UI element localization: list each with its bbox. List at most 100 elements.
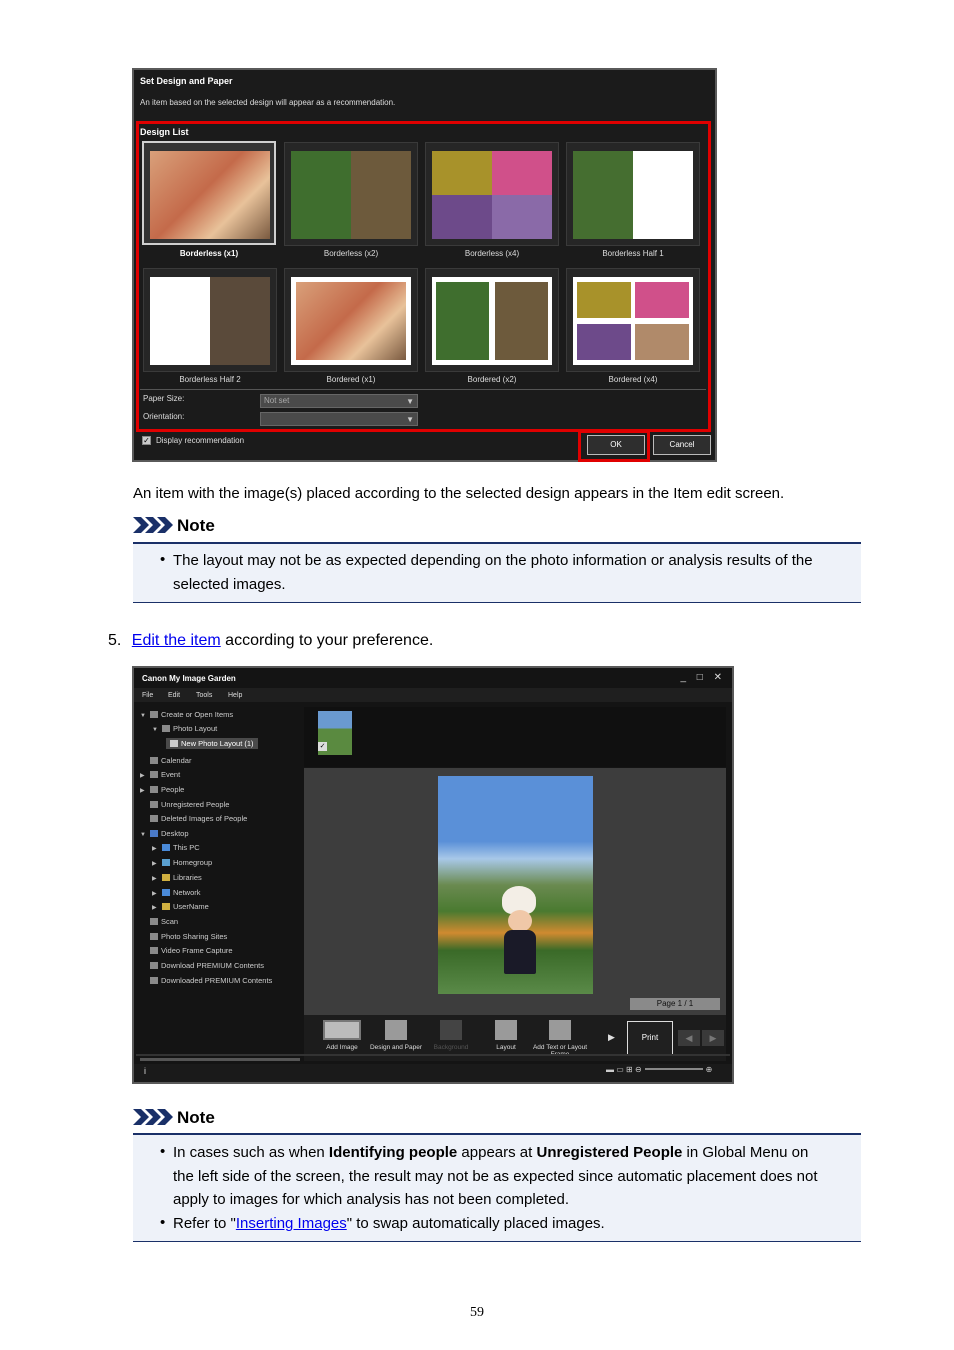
menu-help[interactable]: Help [228, 692, 242, 699]
add-text-icon [549, 1020, 571, 1040]
note-box: • The layout may not be as expected depe… [133, 542, 861, 603]
step-5: 5. Edit the item according to your prefe… [108, 631, 433, 651]
tree-item-selected[interactable]: New Photo Layout (1) [166, 738, 258, 749]
bullet: • [160, 1143, 166, 1160]
tree-item[interactable]: Video Frame Capture [150, 946, 233, 955]
zoom-in-icon[interactable]: ⊕ [706, 1065, 713, 1074]
design-thumb-borderless-half-1[interactable] [566, 142, 700, 246]
arrow-left-icon[interactable]: ◀ [678, 1030, 700, 1046]
edit-the-item-link[interactable]: Edit the item [132, 632, 221, 649]
global-menu-tree: ▼ Create or Open Items ▼ Photo Layout New … [138, 706, 300, 1056]
zoom-out-icon[interactable]: ⊖ [635, 1065, 642, 1074]
design-caption: Borderless (x1) [179, 249, 239, 258]
paragraph-item-appears: An item with the image(s) placed accordi… [133, 485, 785, 502]
menu-file[interactable]: File [142, 692, 153, 699]
item-edit-canvas[interactable] [304, 768, 726, 1015]
tree-item[interactable]: ▶ Libraries [152, 873, 202, 882]
design-thumb-borderless-x4[interactable] [425, 142, 559, 246]
note-heading-label: Note [177, 516, 215, 535]
tree-item[interactable]: ▶ Homegroup [152, 858, 212, 867]
tree-item[interactable]: Unregistered People [150, 800, 229, 809]
note-line: the left side of the screen, the result … [173, 1167, 818, 1185]
design-thumb-photo [150, 277, 270, 365]
tree-item[interactable]: ▼ Desktop [140, 829, 189, 838]
tree-item[interactable]: ▼ Create or Open Items [140, 710, 233, 719]
chevron-arrows-icon [133, 1109, 173, 1125]
sidebar-scrollbar[interactable] [140, 1058, 300, 1061]
note-heading: Note [133, 516, 215, 536]
paper-size-label: Paper Size: [143, 394, 185, 403]
placed-photo[interactable] [438, 776, 593, 994]
note-item-1: In cases such as when Identifying people… [173, 1141, 858, 1212]
chevron-down-icon: ▼ [406, 415, 414, 424]
ok-button[interactable]: OK [587, 435, 645, 455]
note-heading: Note [133, 1108, 215, 1128]
identifying-people-term: Identifying people [328, 1144, 458, 1161]
window-title: Canon My Image Garden [142, 674, 236, 683]
design-thumb-bordered-x1[interactable] [284, 268, 418, 372]
background-button[interactable]: Background [423, 1020, 479, 1051]
cancel-button[interactable]: Cancel [653, 435, 711, 455]
design-and-paper-button[interactable]: Design and Paper [368, 1020, 424, 1051]
add-image-button[interactable]: Add Image [314, 1020, 370, 1051]
fit-icon[interactable]: ⊞ [626, 1065, 633, 1074]
tree-item[interactable]: Deleted Images of People [150, 814, 247, 823]
page-number: 59 [470, 1305, 484, 1320]
tree-item[interactable]: Calendar [150, 756, 191, 765]
design-thumb-photo [291, 277, 411, 365]
menu-edit[interactable]: Edit [168, 692, 180, 699]
design-thumb-bordered-x4[interactable] [566, 268, 700, 372]
design-thumb-photo [432, 277, 552, 365]
design-thumb-borderless-half-2[interactable] [143, 268, 277, 372]
design-thumb-photo [573, 277, 693, 365]
dialog-title: Set Design and Paper [140, 76, 233, 86]
layout-icon [495, 1020, 517, 1040]
window-controls[interactable]: _ □ ✕ [680, 672, 726, 683]
bullet: • [160, 551, 166, 568]
menu-bar [134, 688, 732, 702]
inserting-images-link[interactable]: Inserting Images [236, 1215, 347, 1232]
tree-item[interactable]: Download PREMIUM Contents [150, 961, 264, 970]
display-recommendation-label: Display recommendation [156, 436, 245, 445]
paper-size-select[interactable]: Not set ▼ [260, 394, 418, 408]
check-icon: ✓ [318, 742, 327, 751]
my-image-garden-screenshot: Canon My Image Garden _ □ ✕ File Edit To… [132, 666, 734, 1084]
orientation-label: Orientation: [143, 412, 185, 421]
layout-button[interactable]: Layout [478, 1020, 534, 1051]
design-thumb-borderless-x2[interactable] [284, 142, 418, 246]
tree-item[interactable]: ▶ Network [152, 888, 201, 897]
design-caption: Borderless (x4) [464, 249, 520, 258]
tree-item[interactable]: Photo Sharing Sites [150, 932, 227, 941]
design-caption: Borderless Half 2 [179, 375, 241, 384]
view-icon[interactable]: ▬ ▭ [606, 1065, 624, 1074]
step-number: 5. [108, 632, 122, 649]
tree-item[interactable]: Scan [150, 917, 178, 926]
design-caption: Borderless Half 1 [602, 249, 664, 258]
tree-item[interactable]: ▶ People [140, 785, 184, 794]
tree-item[interactable]: ▶ UserName [152, 902, 209, 911]
design-thumb-photo [150, 151, 270, 239]
tree-item[interactable]: ▼ Photo Layout [152, 724, 217, 733]
design-thumb-bordered-x2[interactable] [425, 268, 559, 372]
tree-item[interactable]: ▶ This PC [152, 843, 200, 852]
info-icon[interactable]: i [144, 1066, 146, 1076]
zoom-slider[interactable] [644, 1068, 703, 1070]
print-button[interactable]: Print [627, 1021, 673, 1055]
note-box: • In cases such as when Identifying peop… [133, 1133, 861, 1242]
paper-size-value: Not set [264, 396, 290, 405]
scroll-right-icon[interactable]: ▶ [608, 1032, 615, 1043]
bullet: • [160, 1214, 166, 1231]
design-thumb-photo [573, 151, 693, 239]
add-text-or-layout-frame-button[interactable]: Add Text or Layout Frame [532, 1020, 588, 1058]
design-thumb-borderless-x1[interactable] [142, 141, 276, 245]
menu-tools[interactable]: Tools [196, 692, 212, 699]
tree-item[interactable]: ▶ Event [140, 770, 180, 779]
note-heading-label: Note [177, 1108, 215, 1127]
background-icon [440, 1020, 462, 1040]
zoom-controls[interactable]: ▬ ▭ ⊞ ⊖ ⊕ [606, 1065, 712, 1074]
orientation-select[interactable]: ▼ [260, 412, 418, 426]
tree-item[interactable]: Downloaded PREMIUM Contents [150, 976, 272, 985]
arrow-right-icon[interactable]: ▶ [702, 1030, 724, 1046]
display-recommendation-checkbox[interactable]: ✓ [142, 436, 151, 445]
page-indicator: Page 1 / 1 [630, 998, 720, 1010]
